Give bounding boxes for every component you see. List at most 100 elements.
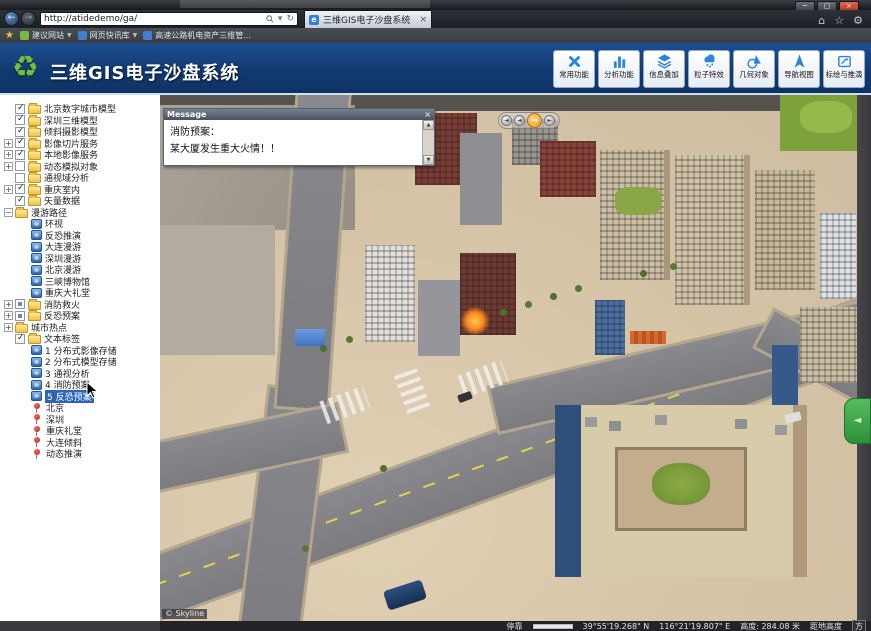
toolbar-navigation-view-button[interactable]: 导航视图 [778,50,820,88]
layer-checkbox[interactable] [15,104,25,114]
expand-plus-icon[interactable]: + [4,150,13,159]
folder-icon [28,140,41,149]
layer-checkbox[interactable] [15,196,25,206]
courtyard-garden [652,463,710,505]
layer-checkbox[interactable] [15,138,25,148]
favorite-suggested-sites[interactable]: 建议网站 ▼ [20,30,72,41]
expand-plus-icon[interactable]: + [4,139,13,148]
toolbar-common-functions-button[interactable]: 常用功能 [553,50,595,88]
building [800,307,858,383]
search-icon[interactable] [266,15,274,23]
roof-ac-units [585,417,597,427]
map-3d-viewport[interactable]: Message × 消防预案： 某大厦发生重大火情！！ ▲ ▼ ◄ ◄ → ► … [160,95,871,621]
window-titlebar [0,0,871,10]
tree-item[interactable]: 动态推演 [0,448,160,460]
message-scrollbar[interactable]: ▲ ▼ [422,120,434,165]
back-button[interactable]: ← [4,11,19,26]
layer-checkbox[interactable] [15,161,25,171]
plot-note-icon [836,53,853,70]
toolbar-info-overlay-button[interactable]: 信息叠加 [643,50,685,88]
scroll-up-icon[interactable]: ▲ [423,120,434,130]
toolbar-particle-effects-button[interactable]: 粒子特效 [688,50,730,88]
home-icon[interactable]: ⌂ [818,14,825,27]
favorites-star-icon[interactable]: ☆ [834,14,844,27]
scale-bar [533,624,573,629]
folder-icon [28,186,41,195]
toolbar-analysis-button[interactable]: 分析功能 [598,50,640,88]
globe-icon [31,230,42,240]
autocomplete-dropdown-icon[interactable]: ▾ [278,14,283,24]
browser-tab[interactable]: e 三维GIS电子沙盘系统 × [304,10,432,28]
expand-plus-icon[interactable]: + [4,300,13,309]
expand-plus-icon[interactable]: + [4,311,13,320]
tab-title: 三维GIS电子沙盘系统 [323,13,415,26]
main-toolbar: 常用功能 分析功能 信息叠加 粒子特效 几何对象 导航视图 [553,50,865,88]
tree-item[interactable]: +反恐预案 [0,310,160,322]
layer-checkbox[interactable] [15,150,25,160]
pin-icon [34,414,40,420]
layer-checkbox[interactable] [15,173,25,183]
globe-icon [31,357,42,367]
globe-icon [31,265,42,275]
forward-button[interactable]: → [21,11,36,26]
pin-icon [34,437,40,443]
browser-window: ─ ▢ × ← → http://atidedemo/ga/ ▾ ↻ e 三维G… [0,0,871,631]
car [457,391,473,403]
tree-item[interactable]: 北京 [0,402,160,414]
expand-plus-icon[interactable]: + [4,162,13,171]
expand-panel-handle[interactable]: ◄ [844,398,871,444]
city-block [160,225,275,355]
collapse-minus-icon[interactable]: − [4,208,13,217]
layer-checkbox[interactable] [15,115,25,125]
apartment-building [600,150,670,280]
favorite-highway-link[interactable]: 高速公路机电资产三维管... [143,30,251,41]
pin-icon [34,426,40,432]
settings-gear-icon[interactable]: ⚙ [853,14,863,27]
message-popup: Message × 消防预案： 某大厦发生重大火情！！ ▲ ▼ [163,108,435,166]
tab-close-icon[interactable]: × [419,15,427,25]
play-button[interactable]: → [527,113,542,128]
app-title: 三维GIS电子沙盘系统 [50,59,239,85]
step-forward-button[interactable]: ► [544,115,555,126]
tree-item[interactable]: −漫游路径 [0,207,160,219]
layer-checkbox[interactable] [15,299,25,309]
url-text[interactable]: http://atidedemo/ga/ [44,14,266,24]
message-close-icon[interactable]: × [424,109,431,120]
playback-control: ◄ ◄ → ► [498,112,560,129]
status-bar: 停靠 39°55'19.268" N 116°21'19.807" E 高度: … [0,621,871,631]
tree-item-label[interactable]: 动态推演 [46,447,82,460]
expand-plus-icon[interactable]: + [4,323,13,332]
globe-icon [31,391,42,401]
scroll-down-icon[interactable]: ▼ [423,155,434,165]
apartment-building [755,170,815,290]
layer-checkbox[interactable] [15,184,25,194]
chevron-down-icon: ▼ [133,32,138,39]
tree-item[interactable]: 5 反恐预案 [0,391,160,403]
folder-icon [28,335,41,344]
folder-icon [28,174,41,183]
step-back-button[interactable]: ◄ [501,115,512,126]
layer-checkbox[interactable] [15,127,25,137]
folder-icon [28,312,41,321]
expand-plus-icon[interactable]: + [4,185,13,194]
add-favorite-star-icon[interactable]: ★ [5,30,14,41]
globe-icon [31,242,42,252]
folder-icon [28,105,41,114]
apartment-building [675,155,750,305]
refresh-icon[interactable]: ↻ [286,14,294,24]
layer-checkbox[interactable] [15,334,25,344]
folder-icon [28,163,41,172]
building [540,141,596,197]
street-trees [320,345,327,352]
favorite-webslice-gallery[interactable]: 网页快讯库 ▼ [78,30,138,41]
toolbar-plot-deduce-button[interactable]: 标绘与推演 [823,50,865,88]
geometry-shapes-icon [746,53,763,70]
toolbar-geometry-objects-button[interactable]: 几何对象 [733,50,775,88]
globe-icon [31,380,42,390]
message-popup-titlebar[interactable]: Message × [164,109,434,120]
rewind-button[interactable]: ◄ [514,115,525,126]
address-bar[interactable]: http://atidedemo/ga/ ▾ ↻ [40,12,298,26]
tree-item[interactable]: 矢量数据 [0,195,160,207]
layer-checkbox[interactable] [15,311,25,321]
globe-icon [31,368,42,378]
